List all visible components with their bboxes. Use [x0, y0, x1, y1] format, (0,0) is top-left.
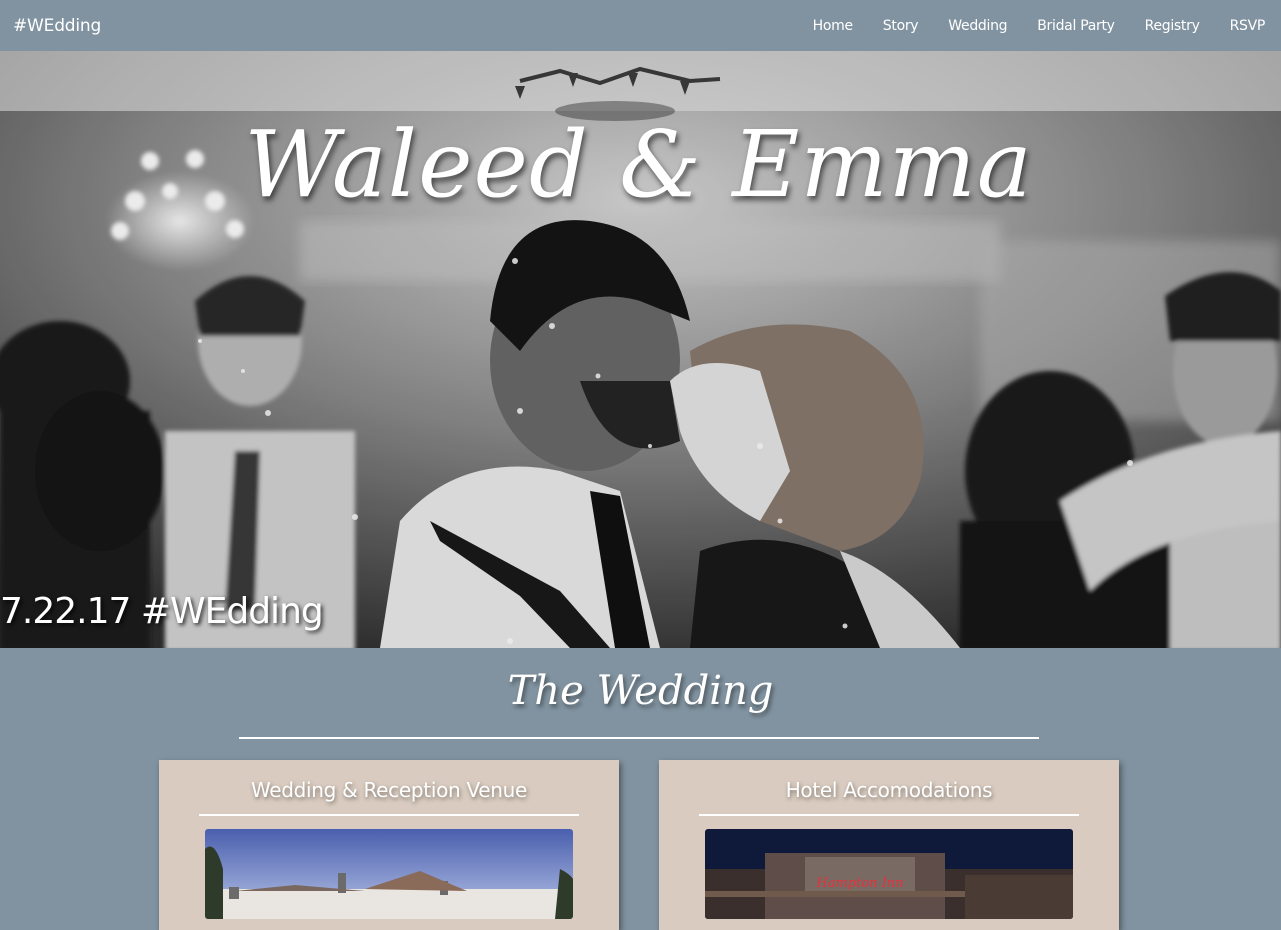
venue-photo[interactable] [205, 829, 573, 919]
card-divider [699, 814, 1079, 816]
hotel-card-title: Hotel Accomodations [785, 778, 993, 802]
section-title: The Wedding [507, 668, 774, 714]
venue-card-title: Wedding & Reception Venue [250, 778, 528, 802]
hero-banner: Waleed & Emma 7.22.17 #WEdding [0, 51, 1281, 648]
wedding-date-tag: 7.22.17 #WEdding [0, 591, 324, 632]
nav-links: Home Story Wedding Bridal Party Registry… [783, 18, 1266, 34]
couple-names-title: Waleed & Emma [244, 111, 1033, 218]
nav-link-registry[interactable]: Registry [1145, 18, 1200, 34]
nav-link-bridal-party[interactable]: Bridal Party [1037, 18, 1115, 34]
hotel-card[interactable]: Hotel Accomodations Hampton Inn [659, 760, 1119, 930]
nav-link-home[interactable]: Home [813, 18, 853, 34]
card-divider [199, 814, 579, 816]
hotel-photo[interactable]: Hampton Inn [705, 829, 1073, 919]
brand-link[interactable]: #WEdding [13, 16, 101, 36]
top-navbar: #WEdding Home Story Wedding Bridal Party… [0, 0, 1281, 51]
venue-card[interactable]: Wedding & Reception Venue [159, 760, 619, 930]
nav-link-rsvp[interactable]: RSVP [1230, 18, 1266, 34]
hotel-sign-text: Hampton Inn [815, 876, 903, 891]
nav-link-wedding[interactable]: Wedding [948, 18, 1007, 34]
section-divider [239, 737, 1039, 739]
nav-link-story[interactable]: Story [883, 18, 919, 34]
